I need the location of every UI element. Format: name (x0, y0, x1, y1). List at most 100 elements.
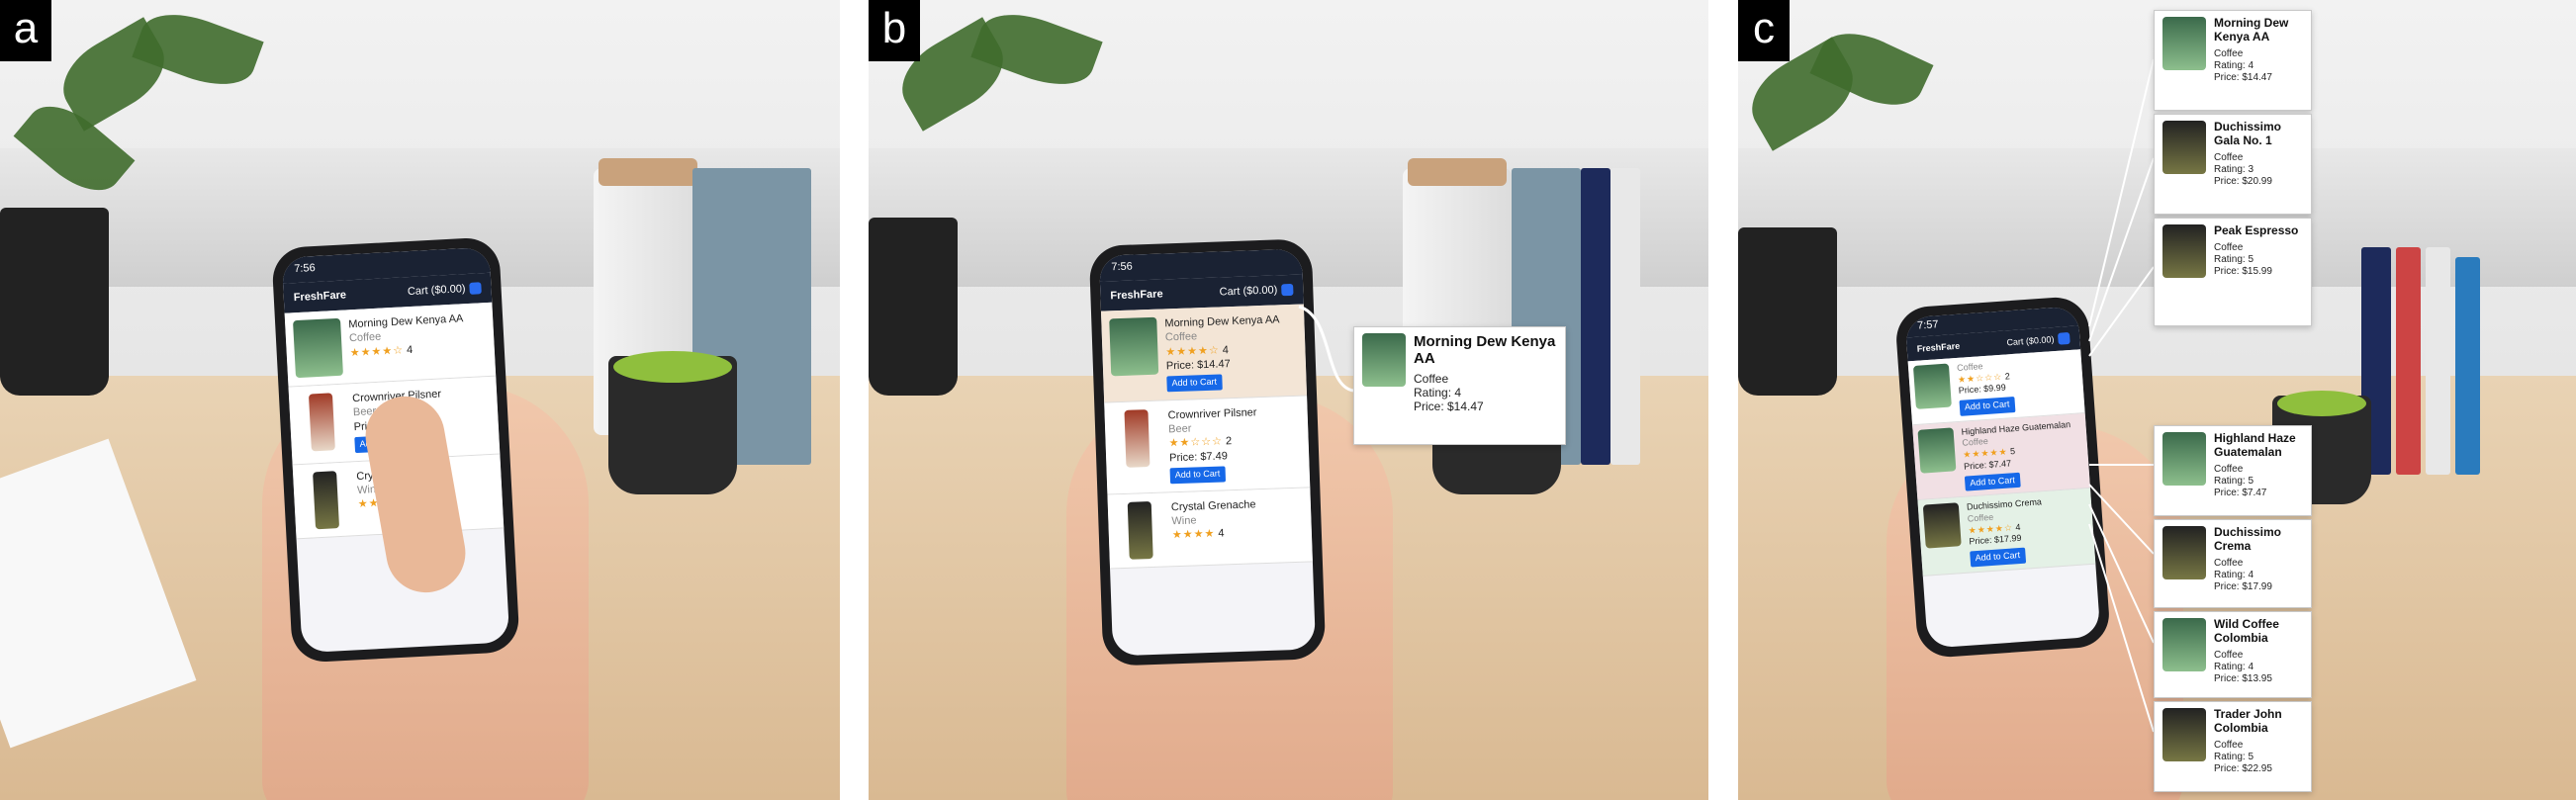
product-row[interactable]: Morning Dew Kenya AA Coffee ★★★★☆ 4 (284, 302, 497, 388)
floating-product-card[interactable]: Duchissimo Crema Coffee Rating: 4 Price: $1… (2154, 519, 2312, 608)
panel-c: c 7:57 FreshFare Cart ($0.00) Coffee ★★☆☆… (1738, 0, 2576, 800)
add-to-cart-button[interactable]: Add to Cart (1964, 472, 2021, 491)
star-rating-icon: ★★★★ (1171, 528, 1216, 542)
product-image (1362, 333, 1406, 387)
jar-lid (598, 158, 697, 186)
floating-product-card[interactable]: Morning Dew Kenya AA Coffee Rating: 4 Price… (2154, 10, 2312, 111)
card-price: Price: $14.47 (2214, 71, 2272, 83)
star-rating-icon: ★★★★☆ (1165, 344, 1220, 358)
product-price: Price: $7.49 (1168, 450, 1229, 465)
book (2396, 247, 2421, 475)
card-category: Coffee (1414, 371, 1449, 386)
card-rating: Rating: 3 (2214, 163, 2254, 175)
product-image (2162, 432, 2206, 486)
panel-b: b 7:56 FreshFare Cart ($0.00) Morning De… (869, 0, 1708, 800)
card-rating: Rating: 5 (2214, 751, 2254, 762)
card-category: Coffee (2214, 739, 2244, 751)
card-price: Price: $14.47 (1414, 400, 1484, 414)
card-category: Coffee (2214, 241, 2244, 253)
product-rating: 4 (2015, 521, 2021, 532)
star-rating-icon: ★★☆☆☆ (1168, 435, 1224, 450)
book (2426, 247, 2450, 475)
product-row[interactable]: Crystal Grenache Wine ★★★★ 4 (1107, 488, 1313, 570)
card-name: Wild Coffee Colombia (2214, 617, 2279, 645)
product-row[interactable]: Highland Haze Guatemalan Coffee ★★★★★ 5 Pri… (1912, 412, 2091, 501)
product-image (2162, 618, 2206, 671)
card-category: Coffee (2214, 557, 2244, 569)
mug-rim (2277, 391, 2366, 416)
cart-button[interactable]: Cart ($0.00) (1219, 283, 1294, 299)
panel-a: a 7:56 FreshFare Cart ($0.00) Morning De… (0, 0, 840, 800)
card-name: Morning Dew Kenya AA (1414, 333, 1556, 368)
card-rating: Rating: 5 (2214, 253, 2254, 265)
card-name: Trader John Colombia (2214, 707, 2282, 735)
product-category: Beer (1167, 422, 1192, 436)
card-rating: Rating: 5 (2214, 475, 2254, 487)
card-category: Coffee (2214, 649, 2244, 661)
product-image (2162, 224, 2206, 278)
card-rating: Rating: 4 (1414, 385, 1462, 400)
floating-product-card[interactable]: Peak Espresso Coffee Rating: 5 Price: $15.9… (2154, 218, 2312, 326)
add-to-cart-button[interactable]: Add to Cart (1970, 547, 2026, 568)
card-name: Highland Haze Guatemalan (2214, 431, 2296, 459)
card-price: Price: $17.99 (2214, 580, 2272, 592)
card-price: Price: $7.47 (2214, 487, 2267, 498)
product-image (2162, 121, 2206, 174)
plant-pot (869, 218, 958, 396)
product-row[interactable]: Duchissimo Crema Coffee ★★★★☆ 4 Price: $17.… (1917, 489, 2096, 577)
product-rating: 4 (1218, 527, 1225, 541)
product-row[interactable]: Crownriver Pilsner Beer ★★☆☆☆ 2 Price: $7.4… (1104, 396, 1311, 495)
card-price: Price: $20.99 (2214, 175, 2272, 187)
cart-label: Cart ($0.00) (407, 283, 466, 299)
product-rating: 5 (2009, 446, 2016, 457)
card-rating: Rating: 4 (2214, 569, 2254, 580)
menu-icon[interactable] (469, 282, 482, 295)
floating-product-card[interactable]: Highland Haze Guatemalan Coffee Rating: 5P… (2154, 425, 2312, 516)
cart-button[interactable]: Cart ($0.00) (408, 282, 482, 298)
menu-icon[interactable] (1281, 283, 1294, 297)
star-rating-icon: ★★★★★ (1962, 446, 2008, 460)
card-price: Price: $22.95 (2214, 762, 2272, 774)
cart-label: Cart ($0.00) (1219, 284, 1278, 299)
book (1581, 168, 1610, 465)
floating-product-card[interactable]: Wild Coffee Colombia Coffee Rating: 4 Price… (2154, 611, 2312, 698)
menu-icon[interactable] (2057, 331, 2070, 345)
product-image (1912, 363, 1952, 409)
product-rating: 2 (2004, 370, 2011, 382)
product-category: Coffee (1164, 330, 1198, 344)
product-row[interactable]: Morning Dew Kenya AA Coffee ★★★★☆ 4 Price: … (1100, 304, 1308, 403)
phone: 7:57 FreshFare Cart ($0.00) Coffee ★★☆☆☆ … (1893, 295, 2112, 660)
product-rating: 4 (1222, 343, 1230, 356)
cart-button[interactable]: Cart ($0.00) (2006, 331, 2070, 348)
product-rating: 2 (1225, 435, 1233, 448)
card-name: Duchissimo Crema (2214, 525, 2282, 553)
product-image (1109, 316, 1159, 377)
product-image (293, 317, 343, 379)
brand-logo[interactable]: FreshFare (1110, 288, 1163, 302)
add-to-cart-button[interactable]: Add to Cart (1959, 397, 2015, 416)
brand-logo[interactable]: FreshFare (293, 289, 346, 304)
jar-lid (1408, 158, 1507, 186)
plant-pot (1738, 227, 1837, 396)
figure: a 7:56 FreshFare Cart ($0.00) Morning De… (0, 0, 2576, 800)
product-price: Price: $9.99 (1958, 382, 2007, 397)
phone: 7:56 FreshFare Cart ($0.00) Morning Dew … (1088, 238, 1327, 667)
brand-logo[interactable]: FreshFare (1916, 341, 1960, 354)
product-image (1922, 502, 1962, 549)
card-name: Duchissimo Gala No. 1 (2214, 120, 2282, 147)
panel-label: b (869, 0, 920, 61)
mug-rim (613, 351, 732, 383)
cart-label: Cart ($0.00) (2006, 334, 2055, 348)
card-name: Peak Espresso (2214, 223, 2299, 237)
add-to-cart-button[interactable]: Add to Cart (1166, 374, 1223, 393)
product-image (1124, 408, 1150, 468)
add-to-cart-button[interactable]: Add to Cart (1169, 466, 1226, 485)
floating-product-card[interactable]: Duchissimo Gala No. 1 Coffee Rating: 3 Pric… (2154, 114, 2312, 215)
product-price: Price: $14.47 (1165, 358, 1231, 373)
floating-product-card[interactable]: Morning Dew Kenya AA Coffee Rating: 4 Pric… (1353, 326, 1566, 445)
product-image (2162, 708, 2206, 761)
product-row[interactable]: Coffee ★★☆☆☆ 2 Price: $9.99 Add to Cart (1907, 349, 2085, 425)
card-category: Coffee (2214, 463, 2244, 475)
floating-product-card[interactable]: Trader John Colombia Coffee Rating: 5 Price… (2154, 701, 2312, 792)
phone-screen: 7:56 FreshFare Cart ($0.00) Morning Dew … (1098, 248, 1317, 657)
